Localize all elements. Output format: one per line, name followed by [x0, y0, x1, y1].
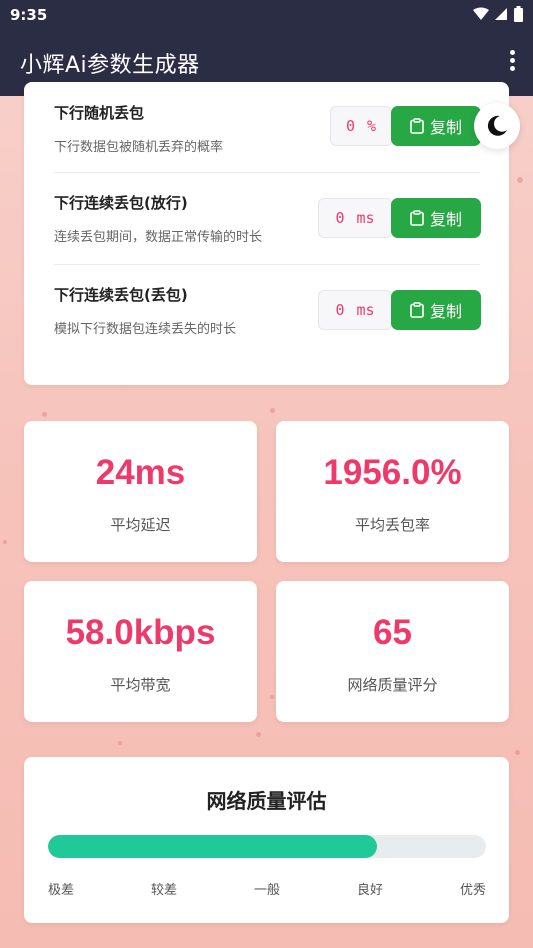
param-row-continuous-pass: 下行连续丢包(放行) 连续丢包期间，数据正常传输的时长 0 ms 复制: [54, 174, 481, 266]
status-bar: 9:35: [0, 0, 533, 30]
moon-icon: [487, 115, 507, 136]
scale-label: 较差: [150, 883, 177, 898]
param-title: 下行连续丢包(放行): [54, 194, 188, 212]
param-value-field[interactable]: 0 ms: [318, 198, 392, 238]
stat-value: 65: [373, 613, 412, 652]
stat-value: 24ms: [95, 453, 186, 492]
status-time: 9:35: [10, 6, 48, 24]
stat-label: 平均延迟: [110, 516, 171, 534]
copy-button-label: 复制: [429, 118, 462, 137]
params-card: 下行随机丢包 下行数据包被随机丢弃的概率 0 % 复制 下行连续丢包(放行) 连…: [24, 82, 509, 385]
copy-button[interactable]: 复制: [391, 106, 481, 146]
param-value: 0: [345, 117, 355, 135]
copy-button-label: 复制: [429, 302, 462, 321]
stat-card-latency: 24ms 平均延迟: [24, 421, 257, 562]
quality-evaluation-card: 网络质量评估 极差 较差 一般 良好 优秀: [24, 757, 509, 923]
stat-value: 1956.0%: [323, 453, 462, 492]
stat-label: 平均带宽: [110, 676, 171, 694]
param-value: 0: [335, 301, 345, 319]
scale-label: 优秀: [459, 883, 486, 898]
stat-label: 网络质量评分: [347, 676, 438, 694]
clipboard-icon: [410, 118, 424, 134]
param-unit: ms: [356, 301, 375, 319]
param-unit: %: [367, 117, 377, 135]
signal-icon: [495, 8, 507, 20]
param-value: 0: [335, 209, 345, 227]
param-value-field[interactable]: 0 ms: [318, 290, 392, 330]
quality-progress-bar: [48, 835, 486, 858]
battery-icon: [514, 6, 523, 22]
param-value-field[interactable]: 0 %: [330, 106, 392, 146]
clipboard-icon: [410, 210, 424, 226]
divider: [54, 172, 480, 173]
scale-label: 一般: [253, 883, 280, 898]
copy-button[interactable]: 复制: [391, 198, 481, 238]
param-unit: ms: [356, 209, 375, 227]
param-title: 下行随机丢包: [54, 104, 145, 122]
param-desc: 连续丢包期间，数据正常传输的时长: [54, 230, 263, 245]
param-row-random-loss: 下行随机丢包 下行数据包被随机丢弃的概率 0 % 复制: [54, 82, 481, 174]
wifi-icon: [473, 7, 489, 20]
clipboard-icon: [410, 302, 424, 318]
overflow-menu-icon[interactable]: [507, 50, 517, 74]
copy-button-label: 复制: [429, 210, 462, 229]
param-title: 下行连续丢包(丢包): [54, 286, 188, 304]
stat-value: 58.0kbps: [65, 613, 216, 652]
scale-label: 良好: [356, 883, 383, 898]
quality-scale: 极差 较差 一般 良好 优秀: [48, 879, 486, 898]
dark-mode-toggle[interactable]: [474, 103, 520, 149]
evaluation-title: 网络质量评估: [206, 789, 327, 813]
quality-progress-fill: [48, 835, 377, 858]
copy-button[interactable]: 复制: [391, 290, 481, 330]
param-desc: 模拟下行数据包连续丢失的时长: [54, 322, 237, 337]
stat-card-bandwidth: 58.0kbps 平均带宽: [24, 581, 257, 722]
app-title: 小辉Ai参数生成器: [20, 53, 200, 78]
divider: [54, 264, 480, 265]
stat-card-loss-rate: 1956.0% 平均丢包率: [276, 421, 509, 562]
status-icons: [473, 6, 523, 22]
stat-label: 平均丢包率: [354, 516, 430, 534]
scale-label: 极差: [48, 883, 75, 898]
param-desc: 下行数据包被随机丢弃的概率: [54, 140, 224, 155]
stat-card-quality-score: 65 网络质量评分: [276, 581, 509, 722]
param-row-continuous-loss: 下行连续丢包(丢包) 模拟下行数据包连续丢失的时长 0 ms 复制: [54, 266, 481, 358]
